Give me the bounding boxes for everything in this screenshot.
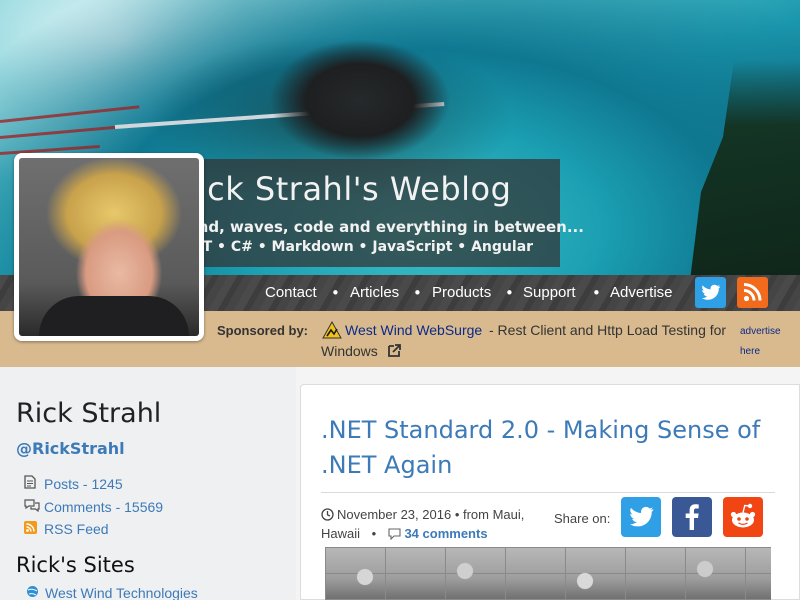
meta-separator: • [371,526,377,541]
advertise-here-link[interactable]: advertise [740,326,781,337]
post-location-line2: Hawaii [321,526,361,541]
nav-advertise[interactable]: Advertise [610,284,673,301]
rss-icon [24,521,40,537]
sidebar-link-comments[interactable]: Comments - 15569 [24,498,163,515]
nav-separator: • [505,284,514,302]
site-title[interactable]: Rick Strahl's Weblog [175,170,511,208]
site-topics: .NET • C# • Markdown • JavaScript • Angu… [176,239,534,255]
share-twitter-button[interactable] [621,497,661,537]
divider [321,492,775,493]
share-label: Share on: [554,511,611,526]
twitter-icon [630,506,654,527]
site-tagline: Wind, waves, code and everything in betw… [176,218,584,236]
sponsor-description-line2: Windows [321,343,378,359]
site-link-label: West Wind Technologies [45,585,198,600]
share-facebook-button[interactable] [672,497,712,537]
reddit-icon [730,503,756,528]
external-link-icon[interactable] [387,343,402,362]
comment-bubble-icon [388,528,401,543]
sponsor-label: Sponsored by: [217,323,309,338]
nav-separator: • [331,284,340,302]
post-meta: November 23, 2016 • from Maui, [321,507,524,524]
nav-products[interactable]: Products [432,284,491,301]
sidebar-link-label: RSS Feed [44,521,109,537]
sidebar-link-rss[interactable]: RSS Feed [24,521,109,537]
sidebar-link-label: Posts - 1245 [44,476,123,492]
comments-icon [24,498,40,515]
post-meta-line2: Hawaii • 34 comments [321,526,488,543]
post-title[interactable]: .NET Standard 2.0 - Making Sense of .NET… [321,413,761,483]
document-icon [24,475,40,492]
comments-link[interactable]: 34 comments [404,526,487,541]
globe-icon [26,585,42,600]
sites-heading: Rick's Sites [16,553,135,577]
author-name: Rick Strahl [16,398,162,429]
twitter-icon [702,284,721,300]
nav-separator: • [592,284,601,302]
sponsor-description: - Rest Client and Http Load Testing for [489,322,727,338]
clock-icon [321,508,334,524]
avatar [14,153,204,341]
nav-separator: • [413,284,422,302]
rss-button[interactable] [737,277,768,308]
advertise-here-link[interactable]: here [740,346,760,357]
websurge-logo-icon [322,320,342,343]
twitter-button[interactable] [695,277,726,308]
nav-support[interactable]: Support [523,284,576,301]
post-hero-image [325,547,771,600]
share-reddit-button[interactable] [723,497,763,537]
author-twitter-handle[interactable]: @RickStrahl [16,439,125,458]
post-location: • from Maui, [454,507,525,522]
site-link-west-wind[interactable]: West Wind Technologies [26,585,198,600]
nav-contact[interactable]: Contact [265,284,317,301]
post-date: November 23, 2016 [337,507,452,522]
sidebar-link-posts[interactable]: Posts - 1245 [24,475,123,492]
sidebar-link-label: Comments - 15569 [44,499,164,515]
nav-articles[interactable]: Articles [350,284,399,301]
rss-icon [743,283,762,302]
facebook-icon [685,504,699,530]
sponsor-link[interactable]: West Wind WebSurge [345,322,482,338]
